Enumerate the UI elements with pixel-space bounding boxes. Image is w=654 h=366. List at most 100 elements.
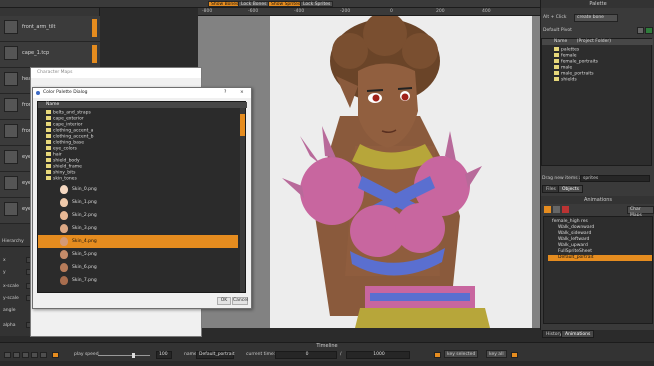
current-time-input[interactable]: 0 [275,351,337,359]
track-row[interactable]: cape_1.tcp [0,42,100,68]
prop-x-label: x [3,258,6,263]
track-thumbnail [4,176,18,190]
skin-file-item[interactable]: Skin_0.png [38,183,238,196]
add-animation-icon[interactable] [544,206,551,213]
folder-label: clothing_accent_b [53,134,94,140]
skin-file-item[interactable]: Skin_3.png [38,222,238,235]
lock-bones-button[interactable]: Lock Bones [238,1,270,7]
prop-yscale-label: y-scale [3,296,19,301]
delete-icon[interactable] [562,206,569,213]
next-frame-icon[interactable] [31,352,38,358]
folder-icon [46,116,51,120]
dialog-titlebar: Color Palette Dialog ? × [33,88,251,98]
animation-length-input[interactable]: 1000 [346,351,410,359]
show-bones-button[interactable]: Show Bones [208,1,242,7]
folder-icon [46,146,51,150]
folder-label: belts_and_straps [53,110,91,116]
tab-objects[interactable]: Objects [558,185,584,193]
folder-label: shields [561,77,577,83]
lock-sprites-button[interactable]: Lock Sprites [300,1,334,7]
tab-animations[interactable]: Animations [561,330,595,338]
folder-icon [46,176,51,180]
show-sprites-button[interactable]: Show Sprites [268,1,304,7]
timeline-track[interactable] [0,361,654,366]
ruler-tick: -200 [340,9,351,14]
track-row[interactable]: front_arm_tilt [0,16,100,42]
duplicate-icon[interactable] [553,206,560,213]
cancel-button[interactable]: Cancel [232,297,248,305]
close-button[interactable]: × [240,88,244,98]
tree-header: Name (Project Folder) [542,39,653,45]
folder-label: palettes [561,47,580,53]
skin-file-item[interactable]: Skin_2.png [38,209,238,222]
skin-file-item[interactable]: Skin_7.png [38,274,238,287]
prop-xscale-label: x-scale [3,284,19,289]
folder-item[interactable]: shields [554,77,577,83]
animation-item-selected[interactable]: Default_portrait [548,255,652,261]
app-icon [36,91,40,95]
folder-icon [46,134,51,138]
hierarchy-tab[interactable]: Hierarchy [2,239,24,244]
animation-name-input[interactable]: Default_portrait [196,351,235,359]
key-selected-button[interactable]: key selected [444,350,479,358]
folder-icon [46,110,51,114]
folder-label: skin_tones [53,176,77,182]
folder-label: male [561,65,573,71]
ruler-tick: -800 [202,9,213,14]
skin-file-item[interactable]: Skin_1.png [38,196,238,209]
folder-label: cape_exterior [53,116,84,122]
folder-icon [554,53,559,57]
play-speed-slider[interactable] [98,355,150,356]
play-speed-input[interactable]: 100 [156,351,172,359]
animations-title: Animations [541,196,654,204]
key-icon[interactable] [434,352,441,358]
current-time-label: current time: [246,352,276,357]
skin-file-item-selected[interactable]: Skin_4.png [38,235,238,248]
prop-y-label: y [3,270,6,275]
file-label: Skin_1.png [72,200,97,205]
track-handle[interactable] [92,45,97,63]
character-maps-title: Character Maps [31,68,201,78]
prev-frame-icon[interactable] [13,352,20,358]
refresh-icon[interactable] [645,27,653,34]
last-frame-icon[interactable] [40,352,47,358]
tree-scrollbar[interactable] [240,108,245,292]
folder-label: shield_body [53,158,80,164]
ruler-tick: -400 [294,9,305,14]
track-thumbnail [4,98,18,112]
record-icon[interactable] [511,352,518,358]
ok-button[interactable]: OK [217,297,231,305]
file-label: Skin_0.png [72,187,97,192]
track-label: cape_1.tcp [22,50,50,56]
play-icon[interactable] [22,352,29,358]
folder-item-expanded[interactable]: skin_tones [38,176,238,182]
help-button[interactable]: ? [224,88,226,98]
drag-items-select[interactable]: sprites [580,175,650,182]
character-artwork[interactable] [270,16,532,328]
character-illustration [282,16,490,328]
track-thumbnail [4,150,18,164]
skin-thumbnail [60,211,68,220]
scrollbar-thumb[interactable] [240,114,245,136]
skin-file-item[interactable]: Skin_6.png [38,261,238,274]
copy-icon[interactable] [637,27,644,34]
loop-icon[interactable] [52,352,59,358]
folder-label: female [561,53,577,59]
prop-angle-label: angle [3,308,16,313]
key-all-button[interactable]: key all [486,350,507,358]
skin-file-item[interactable]: Skin_5.png [38,248,238,261]
folder-icon [554,65,559,69]
skin-thumbnail [60,237,68,246]
track-label: front_arm_tilt [22,24,56,30]
char-maps-button[interactable]: Char Maps [627,206,654,218]
create-bone-select[interactable]: create bone [574,14,618,22]
default-pivot-label: Default Pivot [543,28,572,33]
ruler-tick: 200 [436,9,445,14]
first-frame-icon[interactable] [4,352,11,358]
track-handle[interactable] [92,19,97,37]
folder-icon [46,152,51,156]
folder-label: clothing_base [53,140,85,146]
track-thumbnail [4,72,18,86]
ruler-tick: 400 [482,9,491,14]
play-speed-handle[interactable] [132,353,135,358]
